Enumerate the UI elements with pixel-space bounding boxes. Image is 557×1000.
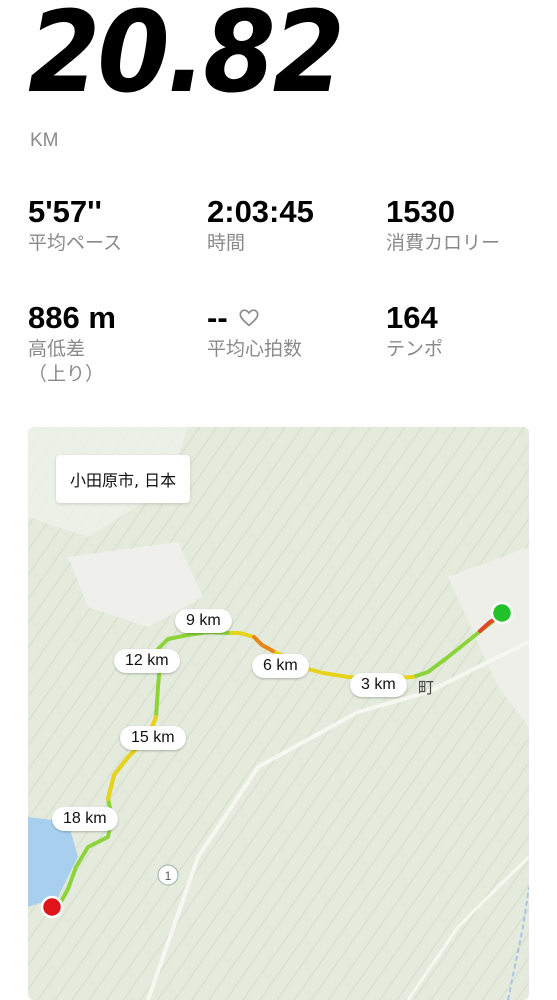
heart-rate-label: 平均心拍数 — [207, 338, 303, 360]
stat-heart-rate: -- 平均心拍数 — [207, 302, 377, 362]
location-label[interactable]: 小田原市, 日本 — [56, 455, 191, 503]
stat-pace: 5'57'' 平均ペース — [28, 196, 198, 256]
start-marker — [490, 601, 514, 625]
heart-outline-icon — [239, 308, 259, 326]
elevation-label: 高低差 （上り） — [28, 337, 198, 386]
stat-cadence: 164 テンポ — [386, 302, 556, 362]
end-marker — [40, 895, 64, 919]
stat-time: 2:03:45 時間 — [207, 196, 377, 256]
heart-rate-value: -- — [207, 300, 228, 335]
distance-value: 20.82 — [28, 0, 345, 119]
elevation-label-line1: 高低差 — [28, 338, 86, 360]
elevation-label-line2: （上り） — [28, 362, 105, 385]
km-marker-15: 15 km — [120, 726, 186, 750]
time-label: 時間 — [207, 232, 246, 254]
stat-elevation: 886 m 高低差 （上り） — [28, 302, 198, 386]
km-marker-3: 3 km — [350, 673, 407, 697]
cadence-label: テンポ — [386, 338, 444, 360]
calories-label: 消費カロリー — [386, 232, 501, 254]
pace-label: 平均ペース — [28, 232, 123, 254]
km-marker-12: 12 km — [114, 649, 180, 673]
heart-rate-row: -- — [207, 302, 377, 333]
stat-calories: 1530 消費カロリー — [386, 196, 556, 256]
calories-value: 1530 — [386, 194, 455, 229]
pace-value: 5'57'' — [28, 194, 102, 229]
distance-unit: KM — [30, 130, 59, 151]
route-map[interactable]: 1 小田原市, 日本 町 3 km 6 km 9 km 12 km 15 km … — [28, 427, 529, 1000]
km-marker-6: 6 km — [252, 654, 309, 678]
km-marker-18: 18 km — [52, 807, 118, 831]
time-value: 2:03:45 — [207, 194, 314, 229]
elevation-value: 886 m — [28, 300, 116, 335]
road-number: 1 — [165, 869, 172, 883]
km-marker-9: 9 km — [175, 609, 232, 633]
cadence-value: 164 — [386, 300, 438, 335]
map-terrain: 1 — [28, 427, 529, 1000]
town-label: 町 — [418, 678, 435, 697]
